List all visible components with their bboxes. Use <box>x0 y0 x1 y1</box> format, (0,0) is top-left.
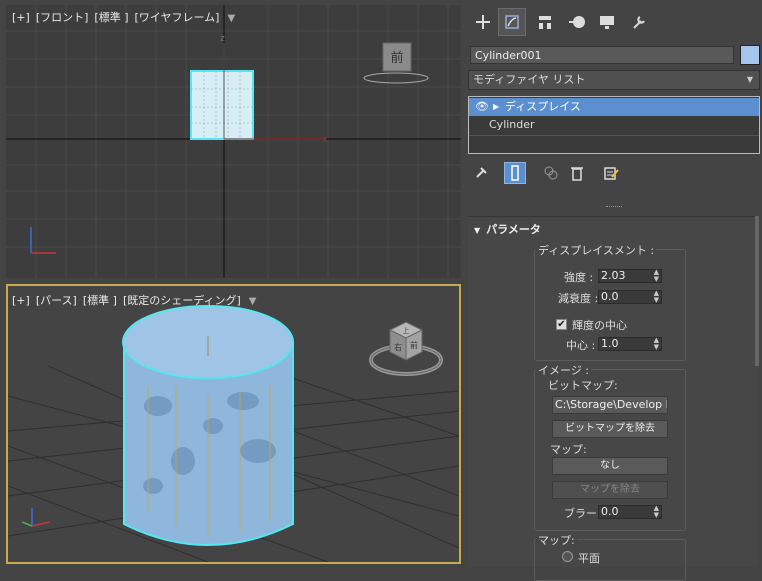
eye-icon[interactable]: 👁 <box>475 98 489 116</box>
blur-spinner[interactable]: 0.0 ▲ ▼ <box>598 505 662 519</box>
planar-label: 平面 <box>578 552 600 565</box>
viewcube-persp-front-label: 前 <box>410 340 418 350</box>
viewcube-perspective[interactable]: 上 右 前 <box>366 316 446 386</box>
luminance-center-label: 輝度の中心 <box>572 319 627 332</box>
stack-item-cylinder[interactable]: Cylinder <box>469 116 759 134</box>
viewport-perspective[interactable]: 上 右 前 [+] [パース] [標準 ] [既定のシェーディング] ▼ <box>6 284 461 564</box>
image-group-title: イメージ : <box>536 362 591 378</box>
viewport-front[interactable]: z x 前 [+] [フロント] [標準 ] [ワイヤフレーム] ▼ <box>6 5 461 278</box>
stack-item-label: Cylinder <box>489 118 535 131</box>
modifier-list-label: モディファイヤ リスト <box>473 73 586 86</box>
blur-value: 0.0 <box>601 505 619 518</box>
rollout-title: パラメータ <box>486 223 541 236</box>
viewcube-left-label: 右 <box>394 342 402 352</box>
viewport-perspective-label[interactable]: [+] [パース] [標準 ] [既定のシェーディング] ▼ <box>12 292 262 308</box>
map-none-button[interactable]: なし <box>552 457 668 475</box>
viewcube-front-label: 前 <box>390 50 403 66</box>
remove-map-button: マップを除去 <box>552 481 668 499</box>
decay-spinner[interactable]: 0.0 ▲ ▼ <box>598 290 662 304</box>
modifier-list-dropdown[interactable]: モディファイヤ リスト ▼ <box>468 70 760 90</box>
spinner-arrows-icon: ▲ ▼ <box>653 336 659 351</box>
viewport-front-label[interactable]: [+] [フロント] [標準 ] [ワイヤフレーム] ▼ <box>12 9 241 25</box>
hierarchy-tab-icon[interactable] <box>532 9 558 35</box>
map-projection-title: マップ: <box>536 532 577 548</box>
remove-bitmap-button[interactable]: ビットマップを除去 <box>552 420 668 438</box>
stack-toolbar <box>466 160 762 186</box>
gizmo-z-label: z <box>220 34 225 44</box>
center-value: 1.0 <box>601 337 619 350</box>
filter-icon[interactable]: ▼ <box>249 296 257 307</box>
displacement-group-title: ディスプレイスメント : <box>536 242 657 258</box>
configure-modifier-sets-icon[interactable] <box>600 162 622 184</box>
display-tab-icon[interactable] <box>594 9 620 35</box>
strength-spinner[interactable]: 2.03 ▲ ▼ <box>598 269 662 283</box>
object-name-field[interactable]: Cylinder001 <box>470 46 734 64</box>
center-label: 中心 : <box>566 339 596 352</box>
utilities-tab-icon[interactable] <box>626 9 652 35</box>
command-panel-tabs <box>466 0 762 40</box>
gizmo-x-label: x <box>322 135 328 145</box>
bitmap-path-field[interactable]: C:\Storage\Develop Rep <box>552 396 668 414</box>
collapse-arrow-icon: ▼ <box>474 226 481 235</box>
strength-value: 2.03 <box>601 269 626 282</box>
filter-icon[interactable]: ▼ <box>227 13 235 24</box>
command-panel: Cylinder001 モディファイヤ リスト ▼ 👁 ▶ ディスプレイス Cy… <box>466 0 762 581</box>
modifier-stack: 👁 ▶ ディスプレイス Cylinder <box>468 96 760 154</box>
decay-label: 減衰度 : <box>558 292 599 305</box>
parameters-rollout: ▼ パラメータ ディスプレイスメント : 強度 : 2.03 ▲ ▼ 減衰度 : 0.… <box>468 216 758 581</box>
spinner-arrows-icon: ▲ ▼ <box>653 504 659 519</box>
stack-divider <box>469 135 759 136</box>
remove-modifier-icon[interactable] <box>566 162 588 184</box>
bitmap-label: ビットマップ: <box>548 379 618 392</box>
create-tab-icon[interactable] <box>470 9 496 35</box>
center-spinner[interactable]: 1.0 ▲ ▼ <box>598 337 662 351</box>
chevron-down-icon: ▼ <box>746 75 753 84</box>
object-color-swatch[interactable] <box>740 45 760 65</box>
modify-tab-icon[interactable] <box>498 8 526 36</box>
viewcube[interactable]: 前 <box>361 40 431 90</box>
spinner-arrows-icon: ▲ ▼ <box>653 268 659 283</box>
stack-item-label: ディスプレイス <box>505 100 581 113</box>
decay-value: 0.0 <box>601 290 619 303</box>
map-label: マップ: <box>550 443 587 456</box>
stack-item-displace[interactable]: 👁 ▶ ディスプレイス <box>469 98 759 116</box>
show-end-result-icon[interactable] <box>504 162 526 184</box>
strength-label: 強度 : <box>564 271 594 284</box>
panel-scrollbar[interactable] <box>755 216 759 366</box>
luminance-center-checkbox[interactable]: ✔ <box>556 319 567 330</box>
make-unique-icon[interactable] <box>540 162 562 184</box>
spinner-arrows-icon: ▲ ▼ <box>653 289 659 304</box>
motion-tab-icon[interactable] <box>564 9 590 35</box>
pin-stack-icon[interactable] <box>470 162 492 184</box>
rollout-header[interactable]: ▼ パラメータ <box>474 221 541 237</box>
panel-grip[interactable] <box>606 206 622 210</box>
planar-radio[interactable] <box>562 551 573 562</box>
viewcube-top-label: 上 <box>403 326 410 335</box>
expand-arrow-icon[interactable]: ▶ <box>493 98 499 116</box>
